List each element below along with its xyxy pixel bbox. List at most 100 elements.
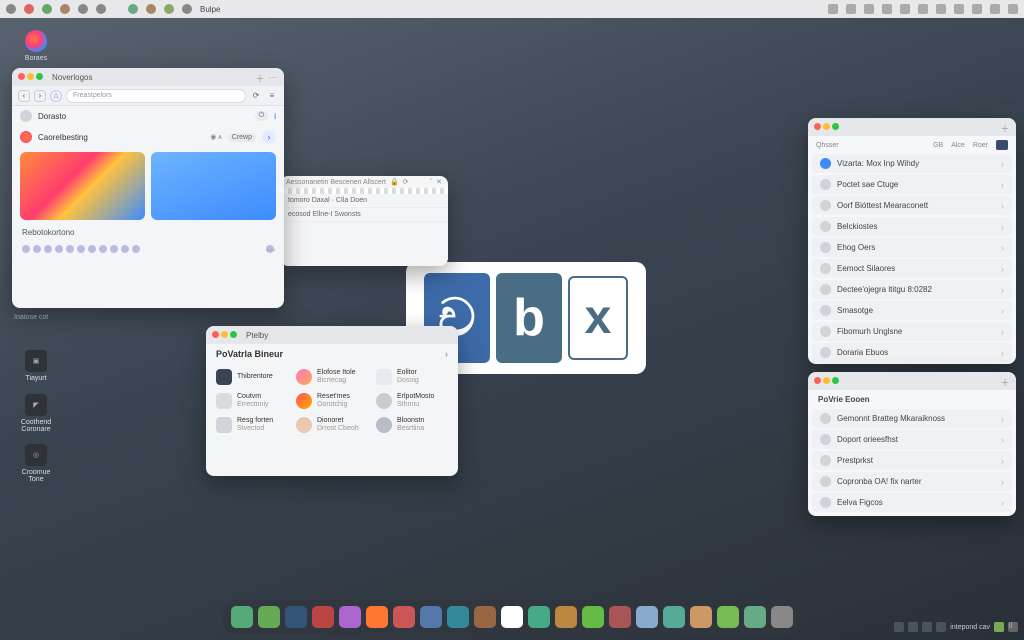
row-pill[interactable]: Crewp [228,133,256,142]
minimize-icon[interactable] [27,73,34,80]
people-window[interactable]: Ptelby PoVatrla Bineur › ThibrentoreElof… [206,326,458,476]
desktop-icon[interactable]: ◤ Coothend Coronare [16,394,56,433]
menu-icon[interactable]: ≡ [266,90,278,102]
swatch[interactable] [44,245,52,253]
dock-app-icon[interactable] [231,606,253,628]
panel-row[interactable]: Doport orieesfhst› [812,430,1012,449]
menu-dot-icon[interactable] [128,4,138,14]
browser-row-feature[interactable]: CaoreIbesting ◉ ᴀ Crewp › [12,126,284,148]
panel-row[interactable]: Copronba OA! fix narter› [812,472,1012,491]
panel-row[interactable]: Eelva Figcos› [812,493,1012,512]
tray-icon[interactable] [828,4,838,14]
swatch[interactable] [99,245,107,253]
tray-icon[interactable] [936,622,946,632]
tray-icon[interactable] [972,4,982,14]
minimize-icon[interactable] [221,331,228,338]
eye-icon[interactable]: ◉ ᴀ [210,133,222,141]
tray-icon[interactable] [864,4,874,14]
more-icon[interactable]: ⋯ [266,245,274,253]
swatch[interactable] [55,245,63,253]
tray-icon[interactable] [954,4,964,14]
dock-app-icon[interactable] [501,606,523,628]
dock-app-icon[interactable] [393,606,415,628]
tray-icon[interactable] [922,622,932,632]
menu-dot-icon[interactable] [24,4,34,14]
panel-row[interactable]: Prestprkst› [812,451,1012,470]
chevron-right-icon[interactable]: › [445,349,448,359]
dock-app-icon[interactable] [744,606,766,628]
panel-row[interactable]: Gemonnt Bratteg Mkaraiknoss› [812,409,1012,428]
tray-icon[interactable] [994,622,1004,632]
background-window[interactable]: Aessonanetin Bescenen Allscert 🔒 ⟳ ˇ ✕ t… [280,176,448,266]
person-cell[interactable]: BloonstnBesrtlina [374,414,450,436]
swatch[interactable] [110,245,118,253]
panel-row[interactable]: Smasotge› [812,301,1012,320]
dock-app-icon[interactable] [420,606,442,628]
tray-icon[interactable] [846,4,856,14]
refresh-icon[interactable]: ⟳ [403,178,409,186]
zoom-icon[interactable] [832,377,839,384]
titlebar[interactable]: Ptelby [206,326,458,344]
swatch[interactable] [22,245,30,253]
close-icon[interactable]: ✕ [436,178,442,186]
close-icon[interactable] [212,331,219,338]
person-cell[interactable]: Elofose ItoleBicrtecag [294,366,370,388]
desktop-icon-profile[interactable]: Boraes [16,30,56,62]
panel-row[interactable]: Fibomurh Unglsne› [812,322,1012,341]
tray-icon[interactable] [900,4,910,14]
tray-icon[interactable] [918,4,928,14]
menu-dot-icon[interactable] [6,4,16,14]
panel-row[interactable]: Ehog Oers› [812,238,1012,257]
swatch[interactable] [66,245,74,253]
plus-icon[interactable]: ＋ [1000,122,1010,132]
menu-dot-icon[interactable] [164,4,174,14]
panel-row[interactable]: Belckiostes› [812,217,1012,236]
menu-dot-icon[interactable] [42,4,52,14]
tray-icon[interactable] [894,622,904,632]
swatch[interactable] [132,245,140,253]
zoom-icon[interactable] [36,73,43,80]
dock-app-icon[interactable] [636,606,658,628]
close-icon[interactable] [814,377,821,384]
panel-row[interactable]: Vizarta: Mox Inp Wihdy› [812,154,1012,173]
dock-app-icon[interactable] [312,606,334,628]
collapse-icon[interactable]: ˇ [430,179,432,186]
dock-app-icon[interactable] [474,606,496,628]
dock-app-icon[interactable] [555,606,577,628]
desktop-icon[interactable]: ◎ Croomue Tone [16,444,56,483]
plus-icon[interactable]: ＋ [1000,376,1010,386]
home-button[interactable]: ⌂ [50,90,62,102]
tray-icon[interactable] [990,4,1000,14]
person-cell[interactable]: CoutvmErrectoniy [214,390,290,412]
dock-app-icon[interactable] [258,606,280,628]
go-button[interactable]: › [262,130,276,144]
dock-app-icon[interactable] [366,606,388,628]
menu-dot-icon[interactable] [96,4,106,14]
info-icon[interactable]: i [274,112,276,121]
panel-row[interactable]: Doraria Ebuos› [812,343,1012,362]
person-cell[interactable]: EolitorDosoig [374,366,450,388]
person-cell[interactable]: DionoretDrrost Cbeoh [294,414,370,436]
plus-icon[interactable]: ＋ [255,72,265,82]
tray-grid-icon[interactable]: ⠿ [1008,622,1018,632]
panel-row[interactable]: Oorf Bióttest Mearaconett› [812,196,1012,215]
minimize-icon[interactable] [823,123,830,130]
tray-icon[interactable] [908,622,918,632]
dock-app-icon[interactable] [582,606,604,628]
panel-row[interactable]: Eemoct Silaores› [812,259,1012,278]
dock-app-icon[interactable] [447,606,469,628]
titlebar[interactable]: ＋ [808,372,1016,390]
view-toggle-icon[interactable] [996,140,1008,150]
swatch[interactable] [121,245,129,253]
close-icon[interactable] [814,123,821,130]
thumbnail[interactable] [20,152,145,220]
tray-icon[interactable] [882,4,892,14]
person-cell[interactable]: ErlpotMostoSthnnu [374,390,450,412]
toggle-pill[interactable]: ⏻ [255,111,269,121]
right-panel-top[interactable]: ＋ Qhsser GB Alce Roer Vizarta: Mox Inp W… [808,118,1016,364]
address-input[interactable]: Freastpelors [66,89,246,103]
zoom-icon[interactable] [832,123,839,130]
panel-row[interactable]: Poctet sae Ctuge› [812,175,1012,194]
menu-dot-icon[interactable] [146,4,156,14]
dock-app-icon[interactable] [339,606,361,628]
